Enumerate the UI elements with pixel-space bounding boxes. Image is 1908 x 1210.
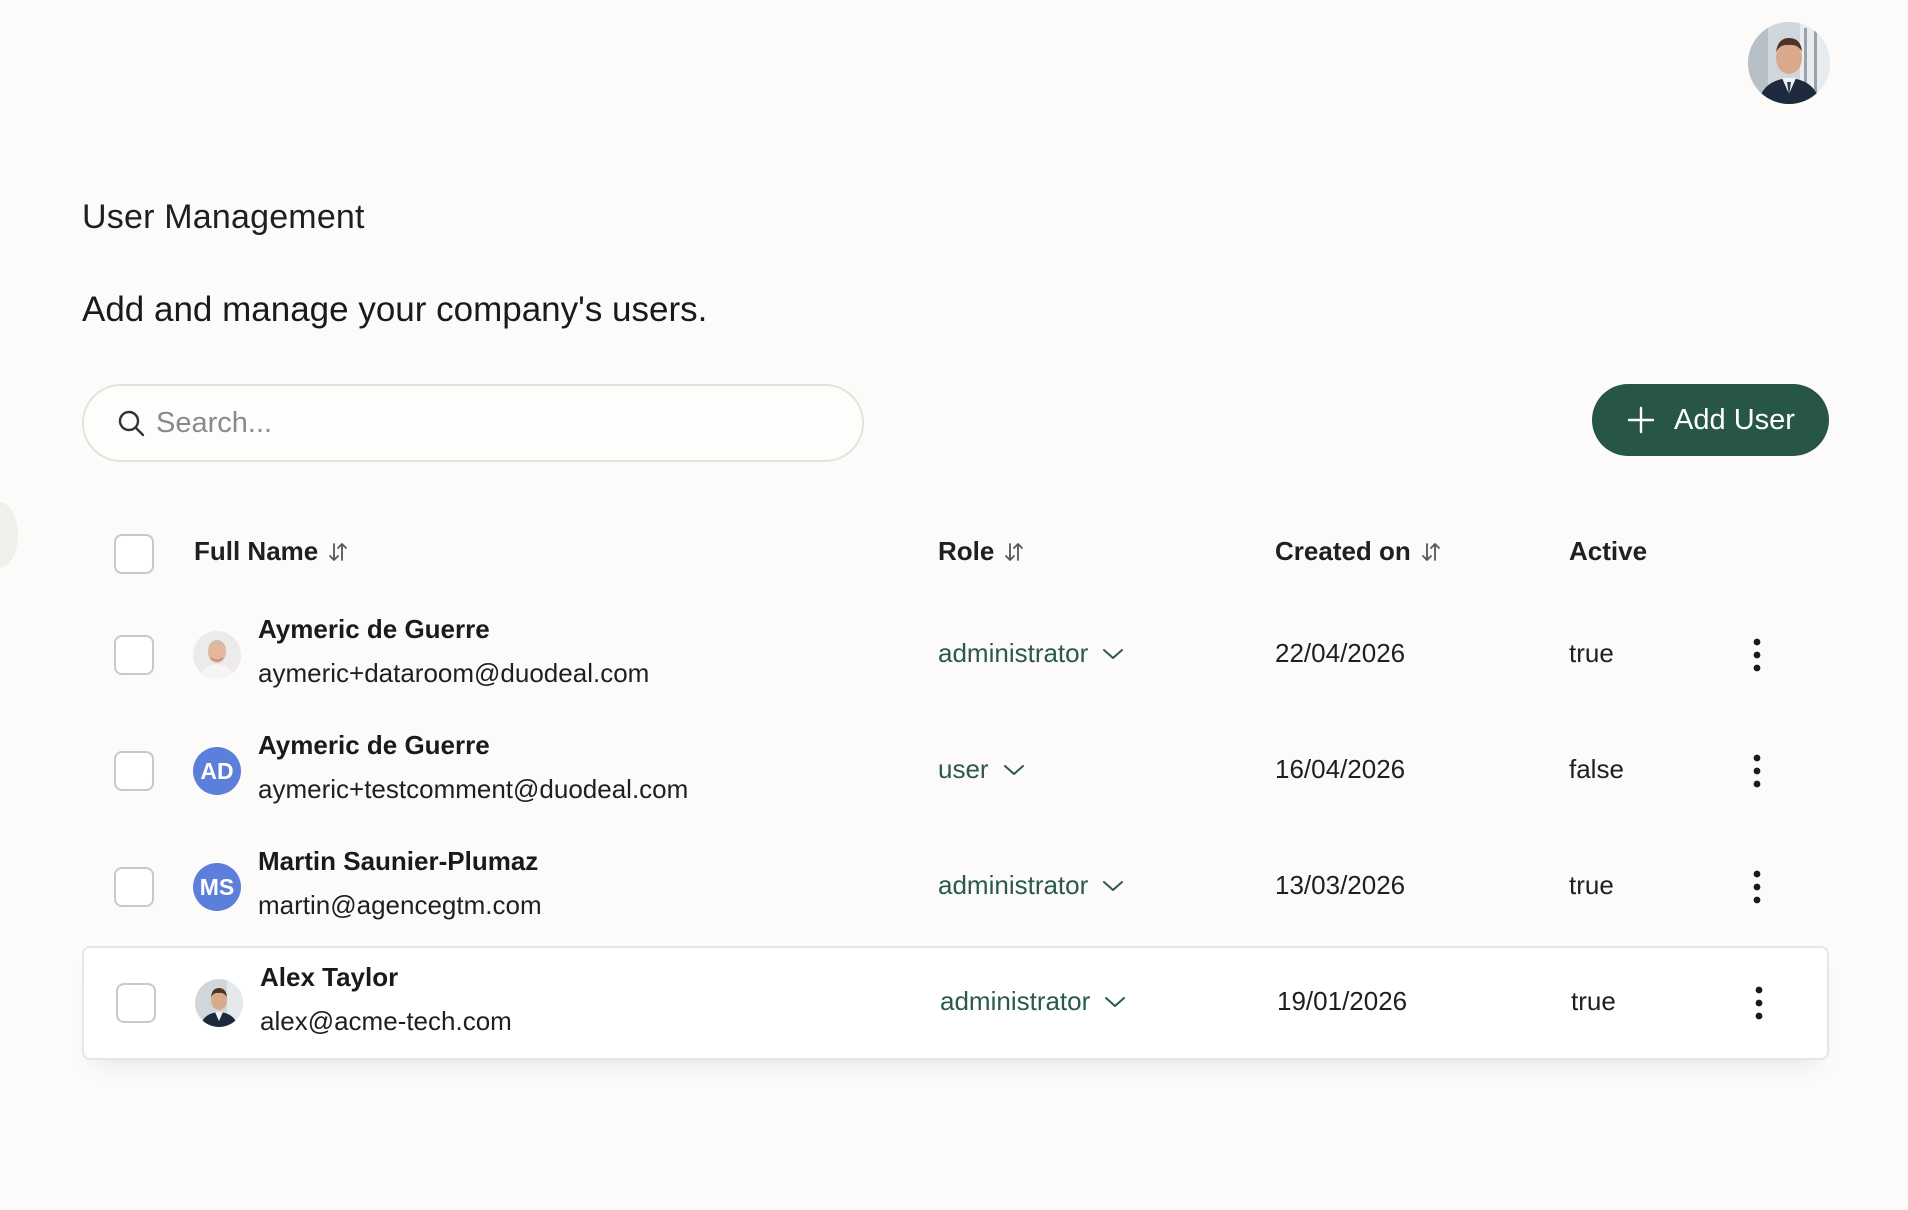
created-date: 19/01/2026 [1277,986,1408,1016]
row-actions-button[interactable] [1742,632,1772,678]
table-row[interactable]: MS Martin Saunier-Plumaz martin@agencegt… [82,830,1829,944]
user-email: aymeric+dataroom@duodeal.com [258,658,650,688]
sort-icon[interactable] [328,541,348,563]
user-name: Martin Saunier-Plumaz [258,846,539,876]
role-value: administrator [938,870,1089,900]
row-actions-button[interactable] [1742,864,1772,910]
column-label-active: Active [1569,536,1648,566]
plus-icon [1627,406,1655,434]
created-date: 16/04/2026 [1275,754,1406,784]
role-value: administrator [938,638,1089,668]
row-checkbox[interactable] [114,751,154,791]
table-row[interactable]: AD Aymeric de Guerre aymeric+testcomment… [82,714,1829,828]
user-email: aymeric+testcomment@duodeal.com [258,774,689,804]
role-dropdown[interactable]: administrator [938,638,1124,669]
column-header-created-on[interactable]: Created on [1275,536,1441,567]
more-vertical-icon [1753,870,1761,904]
row-checkbox[interactable] [114,867,154,907]
user-photo-icon [195,979,243,1027]
user-email: martin@agencegtm.com [258,890,542,920]
created-date: 13/03/2026 [1275,870,1406,900]
user-avatar: MS [193,863,241,911]
profile-avatar[interactable] [1748,22,1830,104]
active-status: false [1569,754,1624,784]
table-row[interactable]: Alex Taylor alex@acme-tech.com administr… [82,946,1829,1060]
search-bar[interactable] [82,384,864,462]
chevron-down-icon [1103,880,1124,891]
search-input[interactable] [156,406,796,440]
role-dropdown[interactable]: administrator [938,870,1124,901]
add-user-button[interactable]: Add User [1592,384,1829,456]
row-actions-button[interactable] [1744,980,1774,1026]
user-name: Alex Taylor [260,962,399,992]
column-header-active: Active [1569,536,1647,567]
user-name: Aymeric de Guerre [258,730,490,760]
more-vertical-icon [1753,638,1761,672]
user-photo-icon [193,631,241,679]
created-date: 22/04/2026 [1275,638,1406,668]
active-status: true [1569,870,1614,900]
add-user-label: Add User [1674,403,1795,436]
table-row[interactable]: Aymeric de Guerre aymeric+dataroom@duode… [82,598,1829,712]
more-vertical-icon [1755,986,1763,1020]
collapsed-panel-handle[interactable] [0,502,18,568]
search-icon [118,410,145,437]
column-label-full-name: Full Name [194,536,319,566]
user-name: Aymeric de Guerre [258,614,490,644]
chevron-down-icon [1103,648,1124,659]
select-all-checkbox[interactable] [114,534,154,574]
sort-icon[interactable] [1421,541,1441,563]
chevron-down-icon [1003,764,1024,775]
column-header-full-name[interactable]: Full Name [194,536,348,567]
column-label-created-on: Created on [1275,536,1411,566]
user-email: alex@acme-tech.com [260,1006,512,1036]
column-label-role: Role [938,536,995,566]
chevron-down-icon [1105,996,1126,1007]
user-avatar: AD [193,747,241,795]
role-value: user [938,754,989,784]
role-dropdown[interactable]: user [938,754,1025,785]
page-subtitle: Add and manage your company's users. [82,290,708,329]
user-avatar [195,979,243,1027]
page-title: User Management [82,198,365,236]
role-dropdown[interactable]: administrator [940,986,1126,1017]
more-vertical-icon [1753,754,1761,788]
row-checkbox[interactable] [114,635,154,675]
column-header-role[interactable]: Role [938,536,1024,567]
user-avatar [193,631,241,679]
row-checkbox[interactable] [116,983,156,1023]
sort-icon[interactable] [1004,541,1024,563]
row-actions-button[interactable] [1742,748,1772,794]
profile-photo-icon [1748,22,1830,104]
role-value: administrator [940,986,1091,1016]
active-status: true [1569,638,1614,668]
active-status: true [1571,986,1616,1016]
